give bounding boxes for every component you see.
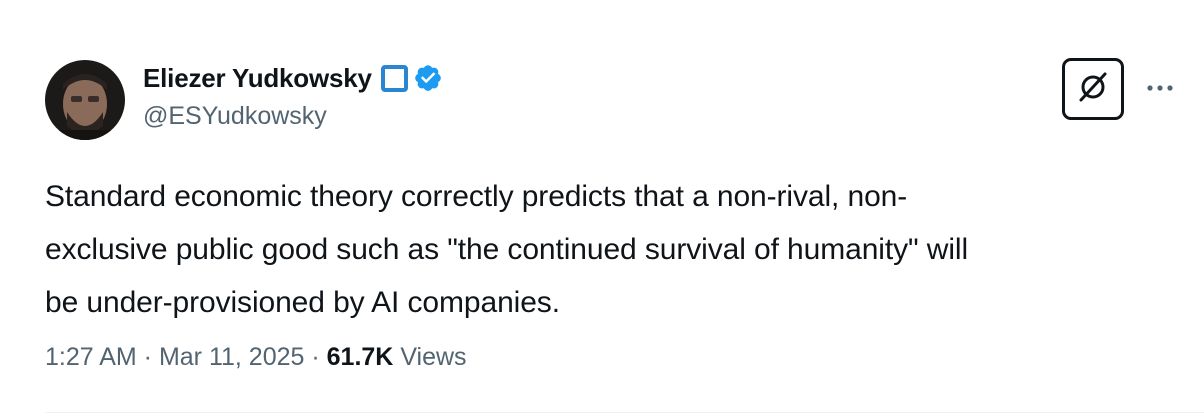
grok-button[interactable] <box>1062 58 1124 120</box>
more-icon <box>1146 79 1174 97</box>
meta-separator: · <box>304 343 327 371</box>
more-button[interactable] <box>1140 68 1180 108</box>
tweet-text-line: exclusive public good such as "the conti… <box>45 233 969 266</box>
tweet-text-line: be under-provisioned by AI companies. <box>45 286 560 319</box>
tweet-date[interactable]: Mar 11, 2025 <box>159 343 304 371</box>
name-row: Eliezer Yudkowsky <box>143 60 443 96</box>
avatar[interactable] <box>45 60 125 140</box>
tweet-card: Eliezer Yudkowsky @ESYudkowsky Standard … <box>0 0 1204 418</box>
grok-icon <box>1075 69 1111 110</box>
tweet-time[interactable]: 1:27 AM <box>45 343 137 371</box>
meta-separator: · <box>136 343 159 371</box>
tweet-meta: 1:27 AM · Mar 11, 2025 · 61.7K Views <box>45 343 467 372</box>
divider <box>45 412 1204 413</box>
author-block: Eliezer Yudkowsky @ESYudkowsky <box>143 60 443 131</box>
handle[interactable]: @ESYudkowsky <box>143 102 443 131</box>
display-name[interactable]: Eliezer Yudkowsky <box>143 63 372 94</box>
verified-badge-icon[interactable] <box>413 63 443 93</box>
avatar-image <box>45 60 125 140</box>
views-count: 61.7K <box>326 343 394 371</box>
blue-square-icon <box>380 64 408 92</box>
views-label: Views <box>400 343 467 371</box>
tweet-text: Standard economic theory correctly predi… <box>45 170 1165 329</box>
tweet-text-line: Standard economic theory correctly predi… <box>45 180 908 213</box>
